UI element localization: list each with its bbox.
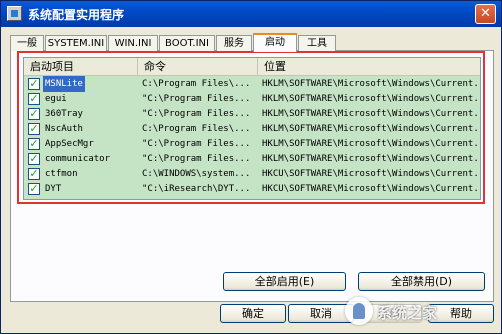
tab-system-ini[interactable]: SYSTEM.INI — [45, 35, 107, 51]
enable-all-button[interactable]: 全部启用(E) — [223, 272, 346, 291]
ok-button[interactable]: 确定 — [220, 304, 286, 323]
tab-tools[interactable]: 工具 — [298, 35, 336, 51]
highlight-box — [17, 51, 485, 204]
tab-boot-ini[interactable]: BOOT.INI — [159, 35, 215, 51]
watermark-text: 系统之家 — [377, 304, 438, 322]
watermark-logo-icon — [345, 297, 373, 325]
disable-all-button[interactable]: 全部禁用(D) — [358, 272, 485, 291]
title-bar[interactable]: 系统配置实用程序 ✕ — [1, 1, 501, 27]
tab-win-ini[interactable]: WIN.INI — [108, 35, 158, 51]
tab-general[interactable]: 一般 — [10, 35, 44, 51]
window-title: 系统配置实用程序 — [28, 8, 125, 22]
close-button[interactable]: ✕ — [475, 4, 496, 24]
watermark: 系统之家 — [345, 297, 495, 325]
tab-startup[interactable]: 启动 — [253, 33, 297, 52]
tab-services[interactable]: 服务 — [216, 35, 252, 51]
system-config-window: 系统配置实用程序 ✕ 一般 SYSTEM.INI WIN.INI BOOT.IN… — [0, 0, 502, 334]
app-icon — [7, 6, 22, 21]
